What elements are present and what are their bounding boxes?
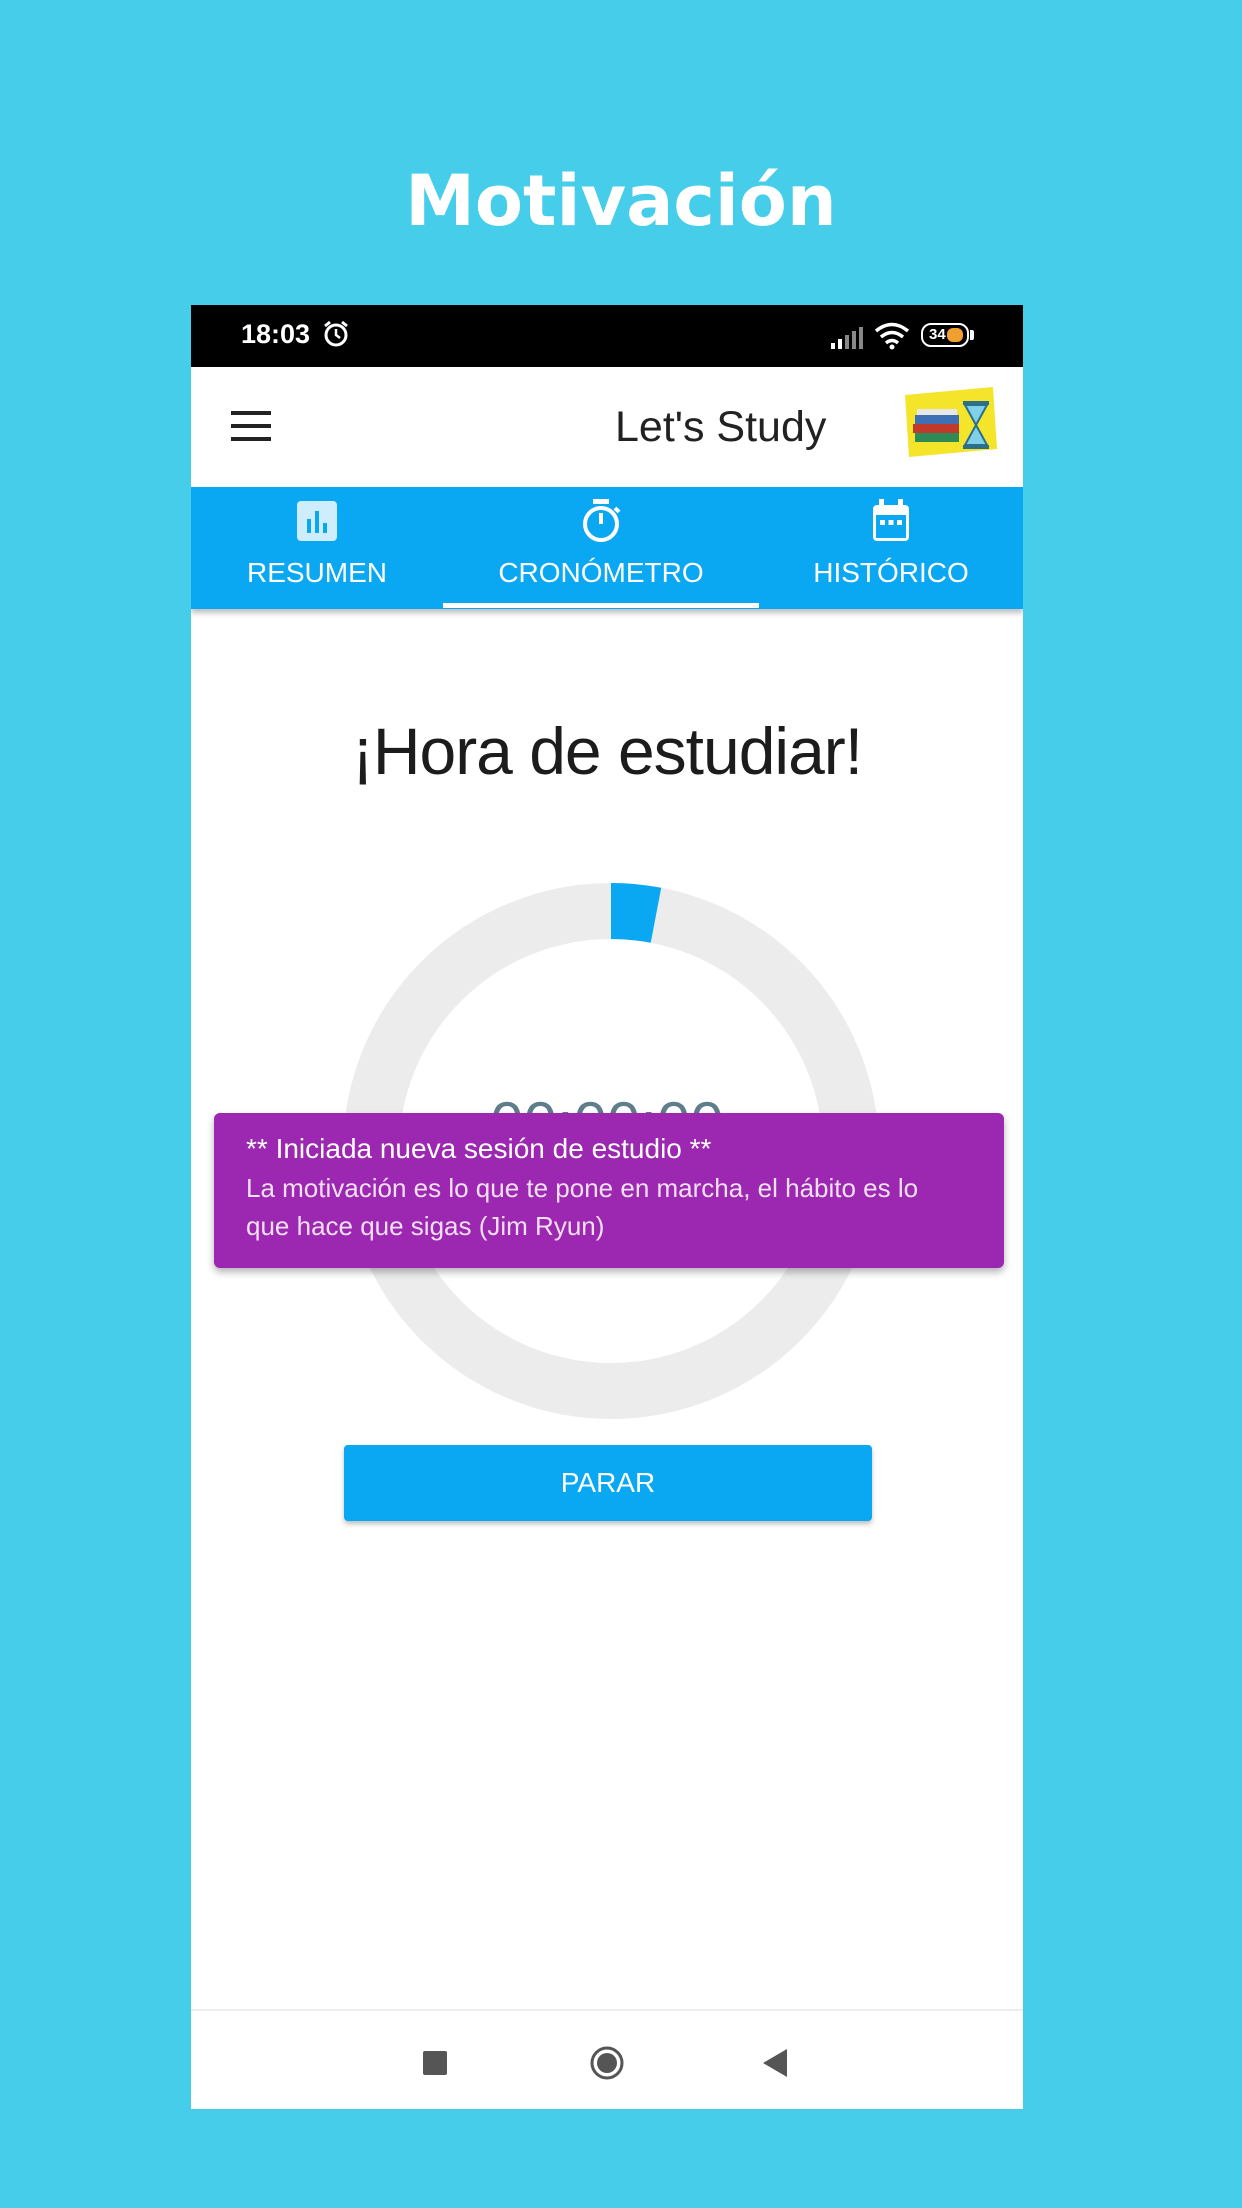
snackbar-title: ** Iniciada nueva sesión de estudio **: [246, 1133, 712, 1164]
back-icon[interactable]: [763, 2049, 787, 2077]
recent-apps-icon[interactable]: [423, 2051, 447, 2075]
tab-label: HISTÓRICO: [813, 557, 969, 588]
home-icon[interactable]: [589, 2045, 625, 2081]
status-bar: 18:03 34: [191, 305, 1023, 367]
tab-label: CRONÓMETRO: [498, 557, 704, 588]
status-time: 18:03: [241, 319, 311, 349]
bar-chart-icon: [297, 501, 337, 541]
system-nav-bar: [191, 2009, 1023, 2109]
app-title: Let's Study: [615, 403, 827, 451]
tab-resumen[interactable]: RESUMEN: [191, 487, 443, 609]
tab-historico[interactable]: HISTÓRICO: [759, 487, 1023, 609]
books-hourglass-logo: [905, 387, 997, 457]
tab-bar: RESUMEN CRONÓMETRO HISTÓRICO: [191, 487, 1023, 609]
snackbar-message: La motivación es lo que te pone en march…: [246, 1173, 919, 1241]
battery-icon: 34: [921, 323, 969, 347]
tab-indicator: [443, 603, 759, 608]
signal-icon: [831, 327, 863, 349]
alarm-icon: [324, 320, 348, 347]
promo-title: Motivación: [405, 160, 837, 242]
page-heading: ¡Hora de estudiar!: [351, 714, 863, 788]
wifi-icon: [874, 322, 910, 350]
tab-cronometro[interactable]: CRONÓMETRO: [443, 487, 759, 609]
app-bar: Let's Study: [191, 367, 1023, 487]
battery-level: 34: [929, 326, 946, 343]
tab-label: RESUMEN: [246, 557, 387, 588]
hamburger-menu-icon[interactable]: [231, 411, 271, 445]
calendar-icon: [873, 499, 909, 541]
stop-button[interactable]: PARAR: [344, 1445, 872, 1521]
snackbar: ** Iniciada nueva sesión de estudio ** L…: [214, 1113, 1004, 1268]
stopwatch-icon: [583, 499, 621, 542]
